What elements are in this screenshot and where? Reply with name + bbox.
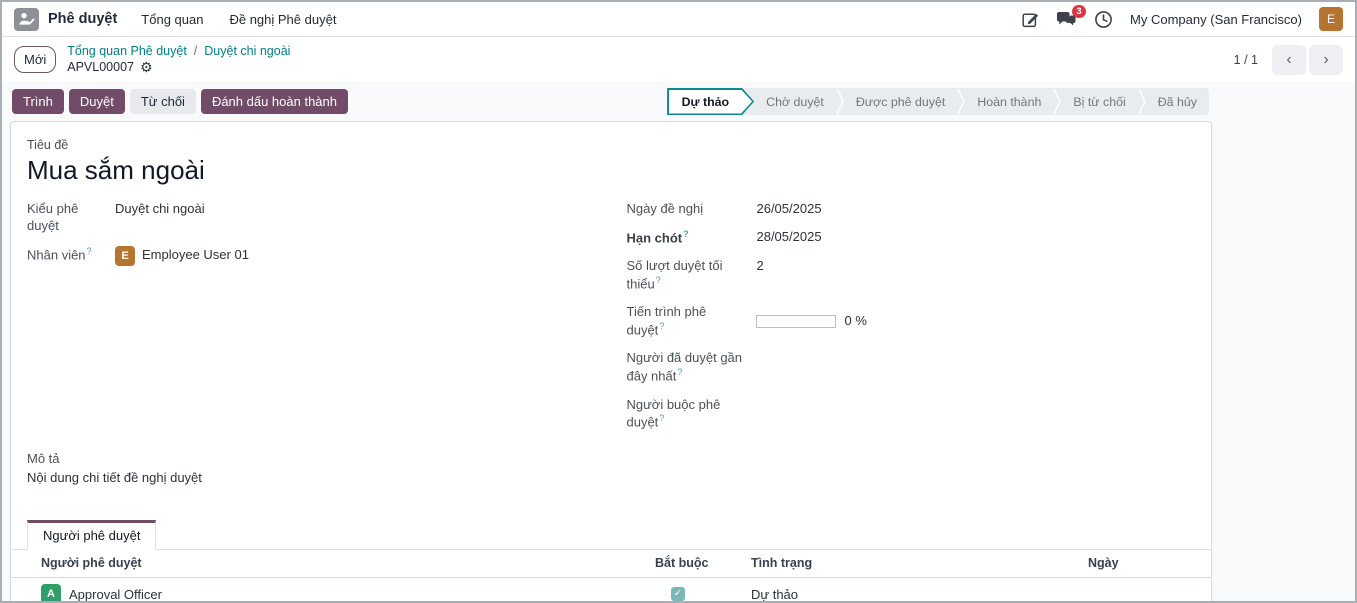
field-label: Kiểu phê duyệt — [27, 201, 115, 235]
user-avatar[interactable]: E — [1319, 7, 1343, 31]
help-icon: ? — [659, 321, 664, 331]
field-label: Nhân viên? — [27, 246, 115, 266]
messages-badge: 3 — [1072, 5, 1086, 18]
approvers-table: Người phê duyệt Bắt buộc Tình trạng Ngày… — [11, 550, 1211, 603]
field-employee: Nhân viên? E Employee User 01 — [27, 246, 610, 266]
breadcrumb-separator: / — [194, 44, 197, 60]
control-panel: Mới Tổng quan Phê duyệt / Duyệt chi ngoà… — [2, 37, 1355, 82]
description-label: Mô tả — [27, 451, 1195, 466]
statusbar: Dự thảo Chờ duyệt Được phê duyệt Hoàn th… — [667, 88, 1209, 115]
field-label: Số lượt duyệt tối thiểu? — [626, 258, 756, 293]
field-value: 0 % — [756, 304, 866, 339]
status-step-pending[interactable]: Chờ duyệt — [754, 88, 836, 115]
field-label: Người buộc phê duyệt? — [626, 397, 756, 432]
progress-bar — [756, 315, 836, 328]
column-status[interactable]: Tình trạng — [751, 550, 1088, 578]
help-icon: ? — [677, 367, 682, 377]
top-navbar: Phê duyệt Tổng quan Đề nghị Phê duyệt 3 — [2, 2, 1355, 37]
help-icon: ? — [659, 413, 664, 423]
field-deadline: Hạn chót? 28/05/2025 — [626, 229, 1195, 247]
title-field-label: Tiêu đề — [27, 138, 1195, 152]
pager-previous-button[interactable]: ‹ — [1272, 45, 1306, 75]
app-title: Phê duyệt — [48, 11, 117, 27]
person-check-icon — [18, 12, 35, 27]
status-cell: Dự thảo — [751, 577, 1088, 603]
field-label: Hạn chót? — [626, 229, 756, 247]
field-label: Ngày đề nghị — [626, 201, 756, 218]
menu-overview[interactable]: Tổng quan — [141, 12, 203, 27]
description-section: Mô tả Nội dung chi tiết đề nghị duyệt — [27, 451, 1195, 485]
field-value[interactable]: E Employee User 01 — [115, 246, 249, 266]
messages-icon[interactable]: 3 — [1056, 11, 1077, 28]
field-request-date: Ngày đề nghị 26/05/2025 — [626, 201, 1195, 218]
record-title[interactable]: Mua sắm ngoài — [27, 155, 1195, 186]
menu-approval-requests[interactable]: Đề nghị Phê duyệt — [229, 12, 336, 27]
breadcrumb: Tổng quan Phê duyệt / Duyệt chi ngoài AP… — [67, 44, 290, 75]
field-label: Tiến trình phê duyệt? — [626, 304, 756, 339]
approvals-app-icon[interactable] — [14, 8, 39, 31]
pager-next-button[interactable]: › — [1309, 45, 1343, 75]
column-approver[interactable]: Người phê duyệt — [11, 550, 655, 578]
approver-cell[interactable]: AApproval Officer — [11, 584, 655, 603]
field-label: Người đã duyệt gần đây nhất? — [626, 350, 756, 385]
approver-avatar: A — [41, 584, 61, 603]
date-cell — [1088, 577, 1211, 603]
step-separator — [1053, 88, 1061, 115]
required-checkbox[interactable]: ✓ — [671, 587, 685, 601]
app-window: Phê duyệt Tổng quan Đề nghị Phê duyệt 3 — [0, 0, 1357, 603]
field-grid: Kiểu phê duyệt Duyệt chi ngoài Nhân viên… — [27, 201, 1195, 443]
field-value[interactable]: 28/05/2025 — [756, 229, 821, 247]
record-pager: ‹ › — [1272, 45, 1343, 75]
status-step-done[interactable]: Hoàn thành — [965, 88, 1053, 115]
company-selector[interactable]: My Company (San Francisco) — [1130, 12, 1302, 27]
breadcrumb-link-overview[interactable]: Tổng quan Phê duyệt — [67, 44, 187, 60]
clock-icon — [1094, 10, 1113, 29]
step-separator — [957, 88, 965, 115]
step-separator — [1138, 88, 1146, 115]
pencil-square-icon — [1022, 11, 1039, 28]
description-content[interactable]: Nội dung chi tiết đề nghị duyệt — [27, 470, 1195, 485]
pager-count: 1 / 1 — [1234, 53, 1258, 67]
help-icon: ? — [656, 275, 661, 285]
record-reference: APVL00007 — [67, 60, 134, 76]
column-required[interactable]: Bắt buộc — [655, 550, 751, 578]
employee-avatar: E — [115, 246, 135, 266]
submit-button[interactable]: Trình — [12, 89, 64, 114]
field-approval-type: Kiểu phê duyệt Duyệt chi ngoài — [27, 201, 610, 235]
progress-value: 0 % — [844, 313, 866, 330]
help-icon: ? — [683, 229, 689, 239]
step-separator — [836, 88, 844, 115]
field-forced-approver: Người buộc phê duyệt? — [626, 397, 1195, 432]
approve-button[interactable]: Duyệt — [69, 89, 125, 114]
action-buttons: Trình Duyệt Từ chối Đánh dấu hoàn thành — [12, 89, 348, 114]
gear-icon[interactable]: ⚙ — [140, 60, 153, 74]
field-approval-progress: Tiến trình phê duyệt? 0 % — [626, 304, 1195, 339]
field-value[interactable]: Duyệt chi ngoài — [115, 201, 205, 235]
status-step-approved[interactable]: Được phê duyệt — [844, 88, 957, 115]
breadcrumb-link-type[interactable]: Duyệt chi ngoài — [204, 44, 290, 60]
new-button[interactable]: Mới — [14, 46, 56, 73]
form-sheet: Tiêu đề Mua sắm ngoài Kiểu phê duyệt Duy… — [10, 121, 1212, 603]
table-header-row: Người phê duyệt Bắt buộc Tình trạng Ngày — [11, 550, 1211, 578]
mark-done-button[interactable]: Đánh dấu hoàn thành — [201, 89, 348, 114]
activities-icon[interactable] — [1094, 10, 1113, 29]
field-value[interactable]: 2 — [756, 258, 763, 293]
status-step-refused[interactable]: Bị từ chối — [1061, 88, 1137, 115]
status-step-draft[interactable]: Dự thảo — [667, 88, 754, 115]
help-icon: ? — [87, 246, 92, 256]
status-step-cancelled[interactable]: Đã hủy — [1146, 88, 1209, 115]
action-row: Trình Duyệt Từ chối Đánh dấu hoàn thành … — [2, 82, 1355, 121]
notebook-tabs: Người phê duyệt — [11, 520, 1211, 550]
field-min-approvals: Số lượt duyệt tối thiểu? 2 — [626, 258, 1195, 293]
compose-icon[interactable] — [1022, 11, 1039, 28]
field-last-approver: Người đã duyệt gần đây nhất? — [626, 350, 1195, 385]
tab-approvers[interactable]: Người phê duyệt — [27, 520, 156, 550]
refuse-button[interactable]: Từ chối — [130, 89, 196, 114]
table-row[interactable]: AApproval Officer ✓ Dự thảo — [11, 577, 1211, 603]
column-date[interactable]: Ngày — [1088, 550, 1211, 578]
field-value[interactable]: 26/05/2025 — [756, 201, 821, 218]
